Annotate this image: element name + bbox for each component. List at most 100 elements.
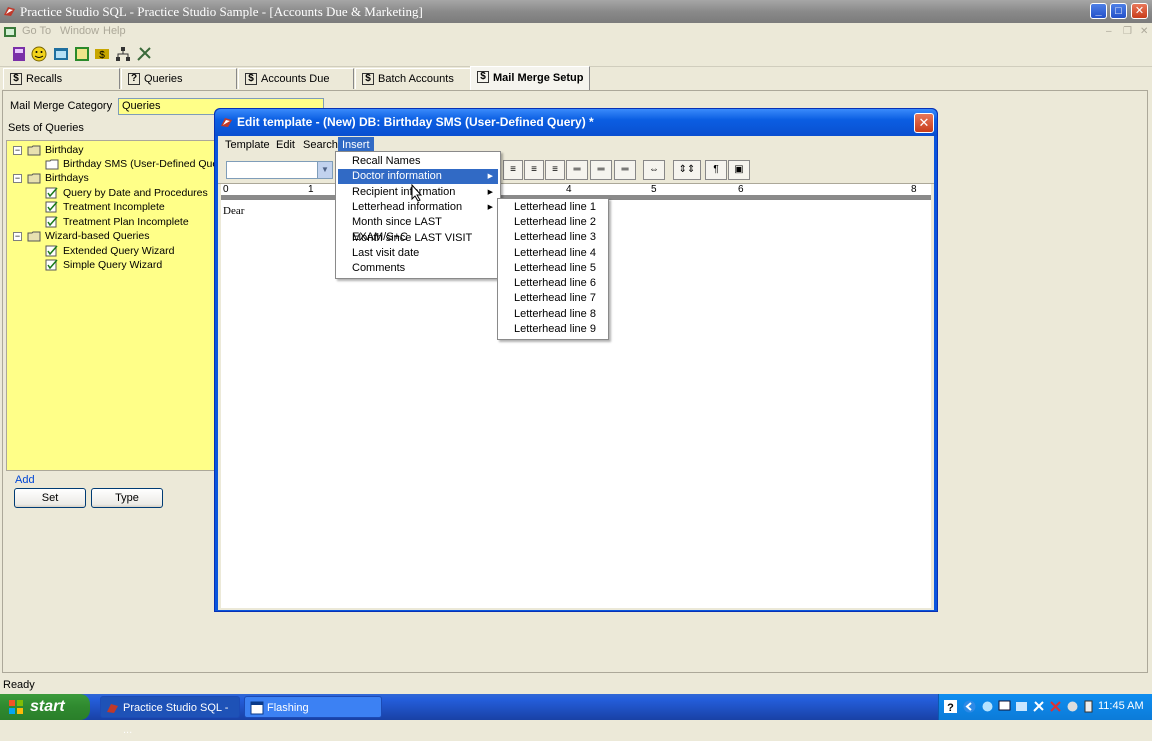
line-space-icon[interactable]: ═ bbox=[590, 160, 612, 180]
insert-menu: Recall Names Doctor information ▶ Recipi… bbox=[335, 151, 501, 279]
category-label: Mail Merge Category bbox=[10, 100, 113, 112]
appointments-icon[interactable] bbox=[53, 46, 69, 62]
align-center-icon[interactable]: ≡ bbox=[503, 160, 523, 180]
check-document-icon bbox=[45, 245, 58, 257]
menu-item-letterhead-line[interactable]: Letterhead line 8 bbox=[500, 307, 606, 322]
back-arrow-icon[interactable] bbox=[963, 700, 976, 713]
menu-item-doctor-information[interactable]: Doctor information ▶ bbox=[338, 169, 498, 184]
maximize-button[interactable]: □ bbox=[1110, 3, 1127, 19]
tray-app-icon[interactable] bbox=[981, 700, 994, 713]
tab-queries[interactable]: ? Queries bbox=[121, 68, 237, 89]
menu-item-month-since-exam[interactable]: Month since LAST EXAM/S+C bbox=[338, 215, 498, 243]
menu-template[interactable]: Template bbox=[221, 137, 274, 154]
close-button[interactable]: ✕ bbox=[1131, 3, 1148, 19]
folder-icon bbox=[27, 145, 41, 156]
insert-field-icon[interactable]: ▣ bbox=[728, 160, 750, 180]
help-icon[interactable]: ? bbox=[944, 700, 957, 713]
mdi-restore-button[interactable]: ❐ bbox=[1123, 26, 1132, 37]
spacing-icon[interactable]: ⇕⇕ bbox=[673, 160, 701, 180]
mdi-minimize-button[interactable]: – bbox=[1106, 26, 1112, 37]
menu-item-letterhead-line[interactable]: Letterhead line 9 bbox=[500, 322, 606, 337]
window-icon bbox=[250, 701, 264, 715]
main-toolbar: $ bbox=[0, 41, 1152, 67]
accounts-icon[interactable]: $ bbox=[94, 46, 110, 62]
app-icon bbox=[4, 7, 15, 16]
menu-item-comments[interactable]: Comments bbox=[338, 261, 498, 276]
menu-item-letterhead-line[interactable]: Letterhead line 6 bbox=[500, 276, 606, 291]
menu-item-letterhead-line[interactable]: Letterhead line 1 bbox=[500, 200, 606, 215]
task-practice-studio[interactable]: Practice Studio SQL - ... bbox=[100, 696, 240, 736]
tray-volume-icon[interactable] bbox=[1066, 700, 1079, 713]
task-flashing[interactable]: Flashing bbox=[244, 696, 382, 718]
menu-help[interactable]: Help bbox=[103, 25, 126, 37]
menu-item-letterhead-line[interactable]: Letterhead line 5 bbox=[500, 261, 606, 276]
font-combo[interactable]: ▼ bbox=[226, 161, 333, 179]
app-icon bbox=[221, 118, 232, 127]
ruler-mark: 1 bbox=[308, 184, 314, 195]
start-button[interactable]: start bbox=[0, 694, 90, 720]
organization-icon[interactable] bbox=[115, 46, 131, 62]
menu-item-letterhead-line[interactable]: Letterhead line 7 bbox=[500, 291, 606, 306]
dollar-icon: $ bbox=[10, 73, 22, 85]
tools-icon[interactable] bbox=[136, 46, 152, 62]
schedule-icon[interactable] bbox=[74, 46, 90, 62]
clock: 11:45 AM bbox=[1098, 700, 1144, 712]
tray-monitor-icon[interactable] bbox=[998, 700, 1011, 713]
collapse-icon[interactable]: − bbox=[13, 232, 22, 241]
ruler-mark: 5 bbox=[651, 184, 657, 195]
single-space-icon[interactable]: ═ bbox=[566, 160, 588, 180]
menu-item-letterhead-information[interactable]: Letterhead information ▶ bbox=[338, 200, 498, 215]
menu-item-last-visit-date[interactable]: Last visit date bbox=[338, 246, 498, 261]
menu-item-month-since-visit[interactable]: Month since LAST VISIT bbox=[338, 231, 498, 246]
add-type-button[interactable]: Type bbox=[91, 488, 163, 508]
app-title: Practice Studio SQL - Practice Studio Sa… bbox=[20, 4, 423, 19]
tab-mail-merge-setup[interactable]: $ Mail Merge Setup bbox=[470, 66, 590, 91]
app-icon bbox=[107, 704, 118, 713]
patients-icon[interactable] bbox=[11, 46, 27, 62]
paragraph-icon[interactable]: ¶ bbox=[705, 160, 727, 180]
mdi-close-button[interactable]: ✕ bbox=[1140, 26, 1148, 37]
menu-goto[interactable]: Go To bbox=[22, 25, 51, 37]
app-title-bar: Practice Studio SQL - Practice Studio Sa… bbox=[0, 0, 1152, 23]
start-label: start bbox=[30, 698, 65, 715]
menu-item-recall-names[interactable]: Recall Names bbox=[338, 154, 498, 169]
dialog-close-button[interactable]: ✕ bbox=[914, 113, 934, 133]
menu-bar: Go To Window Help – ❐ ✕ bbox=[0, 23, 1152, 41]
ruler-mark: 4 bbox=[566, 184, 572, 195]
double-space-icon[interactable]: ═ bbox=[614, 160, 636, 180]
menu-item-letterhead-line[interactable]: Letterhead line 4 bbox=[500, 246, 606, 261]
ruler-mark: 0 bbox=[223, 184, 229, 195]
ruler-mark: 8 bbox=[911, 184, 917, 195]
smiley-icon[interactable] bbox=[31, 46, 47, 62]
collapse-icon[interactable]: − bbox=[13, 174, 22, 183]
menu-edit[interactable]: Edit bbox=[272, 137, 299, 154]
minimize-button[interactable]: _ bbox=[1090, 3, 1107, 19]
align-right-icon[interactable]: ≡ bbox=[524, 160, 544, 180]
tray-network-icon[interactable] bbox=[1015, 700, 1028, 713]
letterhead-submenu: Letterhead line 1 Letterhead line 2 Lett… bbox=[497, 198, 609, 340]
tab-accounts-due[interactable]: $ Accounts Due bbox=[238, 68, 354, 89]
collapse-icon[interactable]: − bbox=[13, 146, 22, 155]
check-document-icon bbox=[45, 201, 58, 213]
menu-item-letterhead-line[interactable]: Letterhead line 2 bbox=[500, 215, 606, 230]
chevron-down-icon[interactable]: ▼ bbox=[317, 162, 332, 178]
menu-window[interactable]: Window bbox=[60, 25, 99, 37]
menu-item-letterhead-line[interactable]: Letterhead line 3 bbox=[500, 230, 606, 245]
dollar-icon: $ bbox=[245, 73, 257, 85]
indent-icon[interactable]: ⇔ bbox=[643, 160, 665, 180]
mdi-child-icon[interactable] bbox=[3, 25, 17, 39]
dialog-title: Edit template - (New) DB: Birthday SMS (… bbox=[237, 115, 594, 129]
tab-batch-accounts[interactable]: $ Batch Accounts bbox=[355, 68, 471, 89]
tray-tools-icon[interactable] bbox=[1032, 700, 1045, 713]
edit-template-dialog: Edit template - (New) DB: Birthday SMS (… bbox=[214, 108, 938, 612]
taskbar: start Practice Studio SQL - ... Flashing… bbox=[0, 694, 1152, 736]
align-justify-icon[interactable]: ≡ bbox=[545, 160, 565, 180]
submenu-arrow-icon: ▶ bbox=[487, 189, 493, 196]
category-value: Queries bbox=[122, 100, 161, 112]
add-set-button[interactable]: Set bbox=[14, 488, 86, 508]
tab-recalls[interactable]: $ Recalls bbox=[3, 68, 120, 89]
tray-device-icon[interactable] bbox=[1082, 700, 1095, 713]
check-document-icon bbox=[45, 216, 58, 228]
format-toolbar: ▼ ≡ ≡ ≡ ═ ═ ═ ⇔ ⇕⇕ ¶ ▣ bbox=[218, 156, 934, 184]
tray-security-icon[interactable] bbox=[1049, 700, 1062, 713]
